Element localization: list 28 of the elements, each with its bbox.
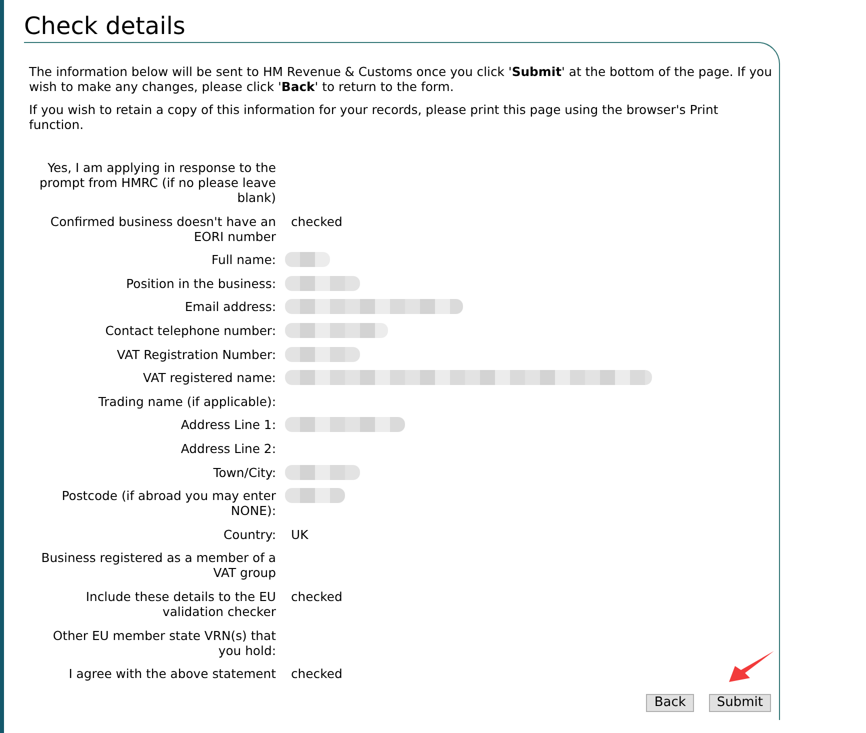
field-label: Other EU member state VRN(s) that you hold: [52,628,276,658]
submit-button[interactable]: Submit [708,694,771,712]
field-label: Contact telephone number: [104,322,276,338]
field-value: UK [290,526,308,542]
field-label: VAT registered name: [142,370,276,386]
field-label: Postcode (if abroad you may enter NONE): [60,488,276,518]
field-label: Position in the business: [125,276,276,291]
page-title: Check details [24,11,186,41]
field-value: checked [290,214,342,229]
field-label: Full name: [210,252,276,268]
field-label: Address Line 2: [180,440,276,456]
field-label: Country: [222,526,276,542]
pointer-arrow [728,650,775,683]
intro-paragraph: If you wish to retain a copy of this information for your records, please print this page using the browser's Print function. [29,102,720,132]
field-label: Address Line 1: [180,417,276,432]
field-label: Include these details to the EU validation checker [84,588,276,619]
field-label: Confirmed business doesn't have an EORI number [49,214,276,244]
field-value: checked [290,588,342,604]
field-label: I agree with the above statement [68,666,276,682]
field-label: Trading name (if applicable): [97,394,276,409]
intro-paragraph: The information below will be sent to HM Revenue & Customs once you click 'Submit' at the bottom of the page. If you wish to make any changes, please click 'Back' to return to the form. [29,64,773,94]
back-button[interactable]: Back [646,694,694,712]
field-label: Email address: [184,299,276,314]
field-value: checked [290,666,342,682]
field-label: VAT Registration Number: [116,346,276,362]
field-label: Yes, I am applying in response to the prompt from HMRC (if no please leave blank) [38,160,276,205]
field-label: Town/City: [212,464,276,480]
field-label: Business registered as a member of a VAT group [40,550,276,580]
